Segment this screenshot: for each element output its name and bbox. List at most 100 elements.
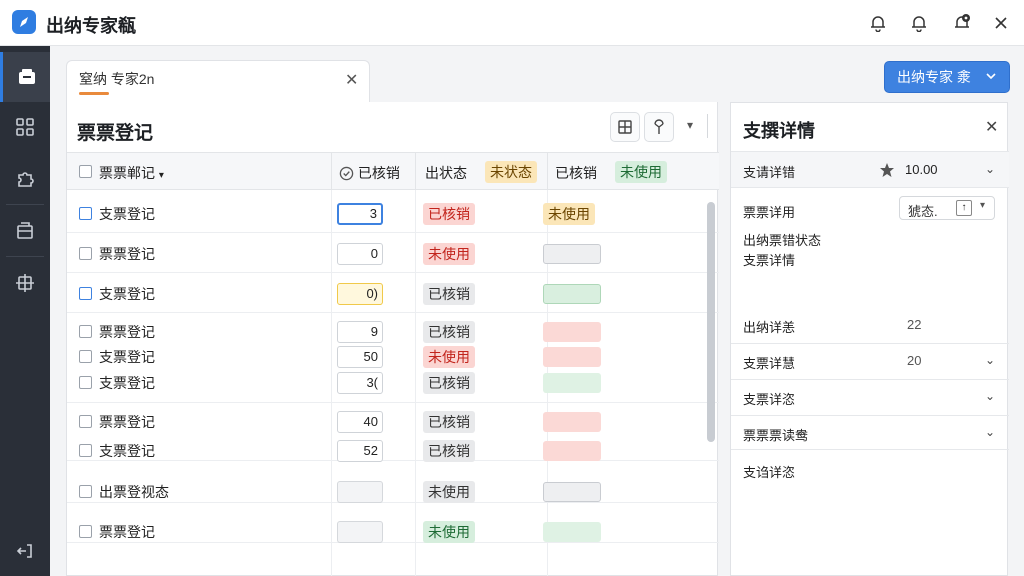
table-row[interactable]: 票票登记 9 已核销 [67,320,719,344]
app-logo-icon [12,10,36,34]
row-checkbox[interactable] [79,525,92,538]
chevron-down-icon [985,69,997,85]
chevron-down-icon[interactable]: ⌄ [985,162,995,176]
check-circle-icon [339,166,354,181]
row-name: 支票登记 [99,286,155,302]
row-color-swatch[interactable] [543,522,601,542]
row-color-swatch[interactable] [543,412,601,432]
detail-section-cashier: 出纳详恙 22 [731,309,1009,345]
row-color-swatch[interactable] [543,284,601,304]
bell-icon[interactable] [866,11,890,35]
row-status-badge: 已核销 [423,440,475,462]
row-number-field[interactable]: 0 [337,243,383,265]
row-name: 出票登视态 [99,484,169,500]
table-row[interactable]: 支票登记 3( 已核销 [67,371,719,395]
row-checkbox[interactable] [79,207,92,220]
header-verified[interactable]: 已核销 [339,163,400,183]
row-checkbox[interactable] [79,325,92,338]
header-tag-unused[interactable]: 未使用 [615,161,667,183]
row-color-swatch[interactable] [543,347,601,367]
row-color-swatch[interactable] [543,322,601,342]
header-tag-pending[interactable]: 未状态 [485,161,537,183]
close-icon[interactable] [989,11,1013,35]
sidebar-item-archive[interactable] [0,206,50,256]
row-name: 支票登记 [99,443,155,459]
row-name: 票票登记 [99,414,155,430]
row-number-field[interactable]: 0) [337,283,383,305]
cashier-expert-button-label: 出纳专家 淾 [897,69,971,85]
status-select[interactable]: 猇态. ↑ ▾ [899,196,995,220]
chevron-down-icon[interactable]: ⌄ [985,353,995,367]
grid-icon [16,118,34,136]
table-row[interactable]: 出票登视态 未使用 [67,480,719,504]
row-color-swatch[interactable] [543,373,601,393]
header-verified-2[interactable]: 已核销 [555,163,597,183]
detail-section-check-state[interactable]: 支票详恣 ⌄ [731,379,1009,413]
tab-cashier-expert[interactable]: 窒纳 专家2n ✕ [66,60,370,102]
table-row[interactable]: 票票登记 未使用 [67,520,719,544]
sidebar-item-logout[interactable] [0,526,50,576]
table-row[interactable]: 支票登记 50 未使用 [67,345,719,369]
row-status-badge: 已核销 [423,372,475,394]
bell-icon-2[interactable] [907,11,931,35]
sidebar-item-network[interactable] [0,258,50,308]
detail-section-last: 支诌详恣 [731,449,1009,489]
detail-check-state-label: 支票详恣 [743,392,796,407]
detail-last-label: 支诌详恣 [743,465,796,480]
star-icon [880,163,894,177]
row-number-field[interactable] [337,481,383,503]
detail-amount-label: 支请详错 [743,165,796,180]
detail-ticket-read-label: 票票票读鸯 [743,428,809,443]
row-number-field[interactable]: 40 [337,411,383,433]
toolbar-dropdown-icon[interactable]: ▾ [687,118,693,132]
row-number-field[interactable]: 9 [337,321,383,343]
detail-section-amount[interactable]: 支请详错 10.00 ⌄ [731,151,1009,187]
row-color-swatch[interactable] [543,482,601,502]
chevron-down-icon[interactable]: ⌄ [985,425,995,439]
row-status-badge: 未使用 [423,521,475,543]
header-name[interactable]: 票票郸记 ▾ [99,163,164,183]
row-checkbox[interactable] [79,287,92,300]
sidebar-item-dashboard[interactable] [0,102,50,152]
row-checkbox[interactable] [79,376,92,389]
table-row[interactable]: 票票登记 40 已核销 [67,410,719,434]
row-number-field[interactable]: 3 [337,203,383,225]
row-number-field[interactable]: 3( [337,372,383,394]
ticket-register-panel: 票票登记 ▾ 票票郸记 ▾ 已核销 出状态 未状态 已核销 未使用 支票登记 3… [66,102,719,576]
row-checkbox[interactable] [79,247,92,260]
row-number-field[interactable] [337,521,383,543]
table-row[interactable]: 支票登记 52 已核销 [67,439,719,463]
row-number-field[interactable]: 50 [337,346,383,368]
detail-section-check[interactable]: 支票详慧 20 ⌄ [731,343,1009,377]
detail-field-usage-label: 票票详用 [743,205,796,220]
detail-section-ticket-read[interactable]: 票票票读鸯 ⌄ [731,415,1009,449]
tab-close-icon[interactable]: ✕ [345,70,358,90]
detail-cashier-value: 22 [907,317,922,332]
table-row[interactable]: 支票登记 3 已核销 未使用 [67,202,719,226]
row-checkbox[interactable] [79,415,92,428]
detail-close-icon[interactable]: ✕ [985,117,998,137]
table-row[interactable]: 票票登记 0 未使用 [67,242,719,266]
row-name: 支票登记 [99,375,155,391]
tree-icon[interactable] [644,112,674,142]
chevron-down-icon[interactable]: ⌄ [985,389,995,403]
row-number-field[interactable]: 52 [337,440,383,462]
table-scrollbar[interactable] [707,202,715,442]
sidebar-item-plugins[interactable] [0,154,50,204]
cashier-expert-button[interactable]: 出纳专家 淾 [884,61,1010,93]
header-status[interactable]: 出状态 [425,163,467,183]
table-row[interactable]: 支票登记 0) 已核销 [67,282,719,306]
row-status-badge: 未使用 [423,243,475,265]
select-all-checkbox[interactable] [79,165,92,178]
sidebar-item-ledger[interactable] [0,52,50,102]
notification-badge-icon[interactable] [950,11,974,35]
row-checkbox[interactable] [79,350,92,363]
row-color-swatch[interactable] [543,244,601,264]
layout-icon[interactable] [610,112,640,142]
row-checkbox[interactable] [79,444,92,457]
detail-field-detail-label: 支票详情 [743,253,796,268]
row-color-swatch[interactable] [543,441,601,461]
row-tag-badge: 未使用 [543,203,595,225]
detail-amount-value: 10.00 [905,162,938,177]
row-checkbox[interactable] [79,485,92,498]
